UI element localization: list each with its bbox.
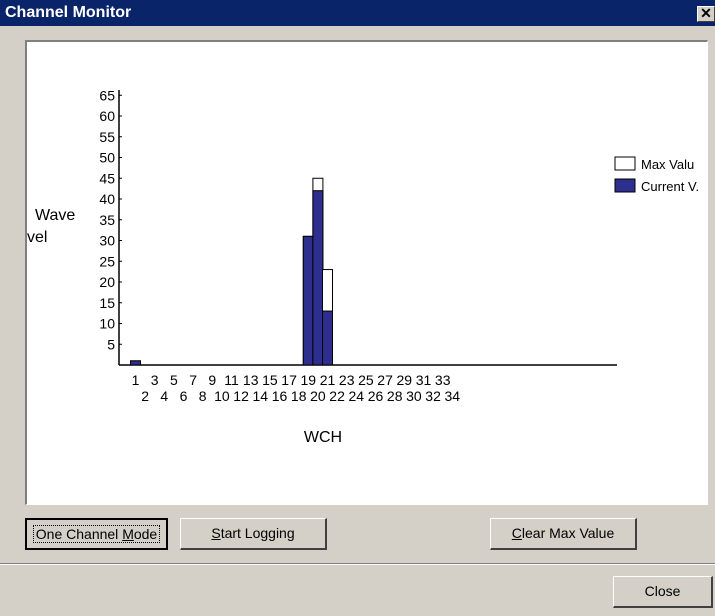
chart-panel: 5 10 15 20 25 30 35 40 45 50 55 60 65 1 2 3 4 5 6 7 8 9 10 11 12… bbox=[25, 40, 708, 505]
x-tick-label: 28 bbox=[387, 388, 403, 404]
current-value-bar bbox=[322, 310, 333, 366]
x-tick-label: 3 bbox=[151, 372, 159, 388]
y-tick-label: 20 bbox=[99, 274, 115, 290]
separator-highlight bbox=[0, 564, 715, 565]
x-tick-label: 34 bbox=[445, 388, 461, 404]
x-tick-label: 12 bbox=[233, 388, 249, 404]
x-tick-label: 26 bbox=[368, 388, 384, 404]
x-axis-label: WCH bbox=[304, 429, 342, 446]
y-tick-label: 15 bbox=[99, 295, 115, 311]
y-tick-label: 25 bbox=[99, 253, 115, 269]
y-tick-label: 35 bbox=[99, 212, 115, 228]
x-tick-label: 19 bbox=[301, 372, 317, 388]
x-tick-label: 30 bbox=[406, 388, 422, 404]
x-tick-label: 7 bbox=[189, 372, 197, 388]
x-tick-label: 27 bbox=[377, 372, 393, 388]
y-tick-label: 60 bbox=[99, 108, 115, 124]
x-tick-label: 6 bbox=[180, 388, 188, 404]
x-tick-label: 2 bbox=[141, 388, 149, 404]
clear-max-value-button[interactable]: Clear Max Value bbox=[490, 518, 637, 550]
title-bar: Channel Monitor ✕ bbox=[0, 0, 715, 26]
y-tick-label: 65 bbox=[99, 87, 115, 103]
x-tick-label: 32 bbox=[425, 388, 441, 404]
x-tick-label: 21 bbox=[320, 372, 336, 388]
y-tick-label: 50 bbox=[99, 150, 115, 166]
x-tick-label: 16 bbox=[272, 388, 288, 404]
x-tick-label: 20 bbox=[310, 388, 326, 404]
x-tick-label: 18 bbox=[291, 388, 307, 404]
legend-swatch-current-value bbox=[614, 178, 636, 193]
x-tick-label: 25 bbox=[358, 372, 374, 388]
x-tick-label: 24 bbox=[349, 388, 365, 404]
y-tick-label: 30 bbox=[99, 233, 115, 249]
y-axis-label-line1: Wave bbox=[35, 207, 75, 224]
current-value-bar bbox=[312, 190, 324, 366]
window-title: Channel Monitor bbox=[5, 4, 132, 21]
x-tick-label: 22 bbox=[329, 388, 345, 404]
y-tick-label: 45 bbox=[99, 170, 115, 186]
x-tick-label: 23 bbox=[339, 372, 355, 388]
y-axis-label-line2: vel bbox=[27, 229, 47, 246]
x-tick-label: 8 bbox=[199, 388, 207, 404]
close-button[interactable]: Close bbox=[613, 576, 713, 608]
legend-swatch-max-value bbox=[614, 156, 636, 171]
x-tick-label: 15 bbox=[262, 372, 278, 388]
x-tick-label: 14 bbox=[253, 388, 269, 404]
current-value-bar bbox=[302, 235, 314, 366]
start-logging-button[interactable]: Start Logging bbox=[180, 518, 327, 550]
x-tick-label: 29 bbox=[397, 372, 413, 388]
x-tick-label: 13 bbox=[243, 372, 259, 388]
close-window-icon[interactable]: ✕ bbox=[697, 6, 715, 22]
legend-label-current-value: Current V. bbox=[641, 179, 699, 194]
x-tick-label: 33 bbox=[435, 372, 451, 388]
y-tick-label: 40 bbox=[99, 191, 115, 207]
x-tick-label: 11 bbox=[224, 372, 239, 388]
x-tick-label: 5 bbox=[170, 372, 178, 388]
x-tick-label: 4 bbox=[160, 388, 168, 404]
legend-label-max-value: Max Valu bbox=[641, 157, 694, 172]
channel-chart: 5101520253035404550556065123456789101112… bbox=[27, 87, 699, 446]
y-tick-label: 55 bbox=[99, 129, 115, 145]
x-tick-label: 17 bbox=[281, 372, 297, 388]
current-value-bar bbox=[130, 360, 141, 366]
x-tick-label: 9 bbox=[208, 372, 216, 388]
x-tick-label: 10 bbox=[214, 388, 230, 404]
one-channel-mode-button[interactable]: One Channel Mode bbox=[25, 518, 168, 550]
y-tick-label: 10 bbox=[99, 316, 115, 332]
y-tick-label: 5 bbox=[107, 336, 115, 352]
x-tick-label: 1 bbox=[132, 372, 140, 388]
x-tick-label: 31 bbox=[416, 372, 432, 388]
